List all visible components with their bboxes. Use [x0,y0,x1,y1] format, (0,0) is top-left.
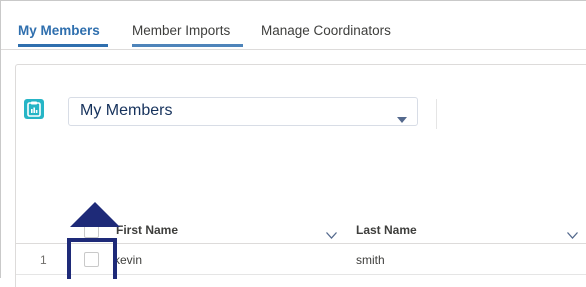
tab-my-members-underline [18,44,108,47]
list-view-icon [24,99,44,119]
list-view-selector[interactable]: My Members [68,97,418,126]
cell-last-name[interactable]: smith [356,253,385,267]
tab-manage-coordinators[interactable]: Manage Coordinators [261,23,391,38]
chevron-down-icon[interactable] [326,226,337,244]
list-view-selected-label: My Members [80,102,173,119]
chevron-down-icon [397,110,407,128]
column-header-last-name[interactable]: Last Name [356,223,417,237]
cell-first-name[interactable]: kevin [114,253,142,267]
column-header-first-name[interactable]: First Name [116,223,178,237]
tab-bar: My Members Member Imports Manage Coordin… [1,1,586,50]
app-frame: My Members Member Imports Manage Coordin… [0,0,586,287]
tab-member-imports[interactable]: Member Imports [132,23,230,38]
callout-arrow-icon [70,202,120,227]
row-number: 1 [40,253,47,267]
tab-my-members[interactable]: My Members [18,23,100,38]
chevron-down-icon[interactable] [567,226,578,244]
callout-highlight-box [67,238,117,279]
tab-member-imports-underline [132,44,243,47]
divider [436,99,437,129]
